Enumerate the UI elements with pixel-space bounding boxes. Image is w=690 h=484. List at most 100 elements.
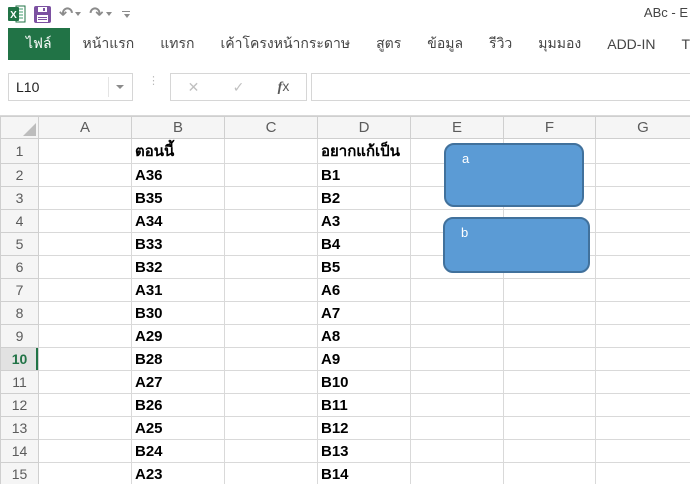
column-header-A[interactable]: A — [39, 117, 132, 139]
row-header-4[interactable]: 4 — [1, 210, 39, 233]
cell-C4[interactable] — [225, 210, 318, 233]
cell-A2[interactable] — [39, 164, 132, 187]
cell-B5[interactable]: B33 — [132, 233, 225, 256]
row-header-11[interactable]: 11 — [1, 371, 39, 394]
formula-input[interactable] — [311, 73, 690, 101]
cell-F10[interactable] — [504, 348, 596, 371]
tab-2[interactable]: แทรก — [147, 28, 207, 60]
cell-C11[interactable] — [225, 371, 318, 394]
cell-B12[interactable]: B26 — [132, 394, 225, 417]
row-header-2[interactable]: 2 — [1, 164, 39, 187]
column-header-F[interactable]: F — [504, 117, 596, 139]
cell-E9[interactable] — [411, 325, 504, 348]
column-header-E[interactable]: E — [411, 117, 504, 139]
tab-9[interactable]: T — [668, 28, 690, 60]
cell-G13[interactable] — [596, 417, 690, 440]
cell-D12[interactable]: B11 — [318, 394, 411, 417]
cell-B6[interactable]: B32 — [132, 256, 225, 279]
shape-b[interactable]: b — [443, 217, 590, 273]
cell-D7[interactable]: A6 — [318, 279, 411, 302]
column-header-G[interactable]: G — [596, 117, 690, 139]
undo-icon[interactable]: ↶ — [57, 3, 83, 25]
cell-D6[interactable]: B5 — [318, 256, 411, 279]
enter-icon[interactable]: ✓ — [233, 79, 245, 96]
tab-6[interactable]: รีวิว — [476, 28, 525, 60]
cell-F15[interactable] — [504, 463, 596, 484]
row-header-5[interactable]: 5 — [1, 233, 39, 256]
tab-8[interactable]: ADD-IN — [594, 28, 668, 60]
cell-B4[interactable]: A34 — [132, 210, 225, 233]
cell-A11[interactable] — [39, 371, 132, 394]
column-header-C[interactable]: C — [225, 117, 318, 139]
redo-dropdown-caret-icon[interactable] — [106, 12, 112, 16]
cell-C10[interactable] — [225, 348, 318, 371]
cell-D8[interactable]: A7 — [318, 302, 411, 325]
cell-G2[interactable] — [596, 164, 690, 187]
formula-bar-grip-icon[interactable]: ⋮ — [148, 78, 156, 84]
row-header-1[interactable]: 1 — [1, 139, 39, 164]
cell-C6[interactable] — [225, 256, 318, 279]
cell-E15[interactable] — [411, 463, 504, 484]
cell-B11[interactable]: A27 — [132, 371, 225, 394]
select-all-button[interactable] — [1, 117, 39, 139]
row-header-6[interactable]: 6 — [1, 256, 39, 279]
cell-A5[interactable] — [39, 233, 132, 256]
cell-B9[interactable]: A29 — [132, 325, 225, 348]
cell-C12[interactable] — [225, 394, 318, 417]
row-header-7[interactable]: 7 — [1, 279, 39, 302]
cell-D13[interactable]: B12 — [318, 417, 411, 440]
cell-B7[interactable]: A31 — [132, 279, 225, 302]
cell-C9[interactable] — [225, 325, 318, 348]
cell-D3[interactable]: B2 — [318, 187, 411, 210]
cell-B2[interactable]: A36 — [132, 164, 225, 187]
cell-A12[interactable] — [39, 394, 132, 417]
cell-A13[interactable] — [39, 417, 132, 440]
cell-A10[interactable] — [39, 348, 132, 371]
cell-E11[interactable] — [411, 371, 504, 394]
cell-D2[interactable]: B1 — [318, 164, 411, 187]
cell-F12[interactable] — [504, 394, 596, 417]
cell-C5[interactable] — [225, 233, 318, 256]
column-header-D[interactable]: D — [318, 117, 411, 139]
cell-F8[interactable] — [504, 302, 596, 325]
cell-A1[interactable] — [39, 139, 132, 164]
cell-B15[interactable]: A23 — [132, 463, 225, 484]
cell-B1[interactable]: ตอนนี้ — [132, 139, 225, 164]
cell-B8[interactable]: B30 — [132, 302, 225, 325]
cell-A14[interactable] — [39, 440, 132, 463]
save-icon[interactable] — [32, 3, 53, 25]
name-box-dropdown-caret-icon[interactable] — [116, 85, 124, 89]
shape-a[interactable]: a — [444, 143, 584, 207]
undo-dropdown-caret-icon[interactable] — [75, 12, 81, 16]
cell-G7[interactable] — [596, 279, 690, 302]
tab-4[interactable]: สูตร — [363, 28, 414, 60]
excel-logo-icon[interactable]: X — [6, 3, 28, 25]
row-header-9[interactable]: 9 — [1, 325, 39, 348]
cell-A7[interactable] — [39, 279, 132, 302]
cell-D10[interactable]: A9 — [318, 348, 411, 371]
tab-7[interactable]: มุมมอง — [525, 28, 594, 60]
cell-G8[interactable] — [596, 302, 690, 325]
cell-B14[interactable]: B24 — [132, 440, 225, 463]
cell-C13[interactable] — [225, 417, 318, 440]
cell-F9[interactable] — [504, 325, 596, 348]
cell-F7[interactable] — [504, 279, 596, 302]
cell-D15[interactable]: B14 — [318, 463, 411, 484]
cell-A6[interactable] — [39, 256, 132, 279]
cell-C8[interactable] — [225, 302, 318, 325]
cell-G14[interactable] — [596, 440, 690, 463]
tab-file[interactable]: ไฟล์ — [8, 28, 70, 60]
cell-G3[interactable] — [596, 187, 690, 210]
cell-D5[interactable]: B4 — [318, 233, 411, 256]
cell-E7[interactable] — [411, 279, 504, 302]
row-header-14[interactable]: 14 — [1, 440, 39, 463]
cell-G4[interactable] — [596, 210, 690, 233]
cell-B3[interactable]: B35 — [132, 187, 225, 210]
row-header-10[interactable]: 10 — [1, 348, 39, 371]
cell-D1[interactable]: อยากแก้เป็น — [318, 139, 411, 164]
cell-G1[interactable] — [596, 139, 690, 164]
cell-G9[interactable] — [596, 325, 690, 348]
redo-icon[interactable]: ↷ — [87, 3, 113, 25]
cell-C15[interactable] — [225, 463, 318, 484]
cell-E12[interactable] — [411, 394, 504, 417]
